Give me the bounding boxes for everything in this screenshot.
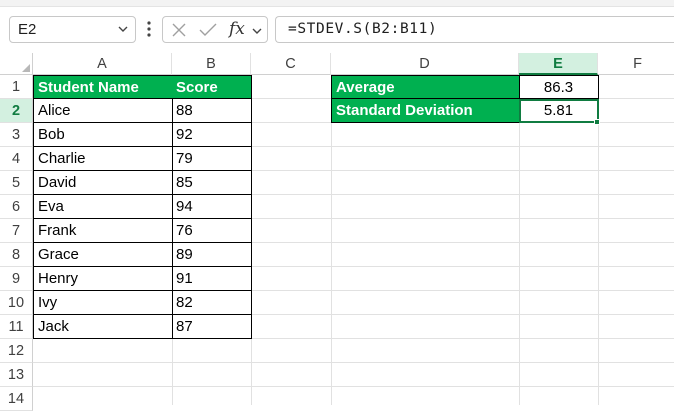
insert-function-button[interactable]: fx	[229, 19, 245, 39]
cell-b9[interactable]: 91	[172, 267, 252, 291]
more-options-icon[interactable]	[143, 19, 155, 39]
cell-a5[interactable]: David	[33, 171, 173, 195]
cell-a4[interactable]: Charlie	[33, 147, 173, 171]
cell-b6[interactable]: 94	[172, 195, 252, 219]
name-box-value: E2	[18, 21, 37, 38]
row-header-14[interactable]: 14	[0, 387, 33, 411]
column-header-f[interactable]: F	[598, 53, 674, 75]
cell-b3[interactable]: 92	[172, 123, 252, 147]
cell-b4[interactable]: 79	[172, 147, 252, 171]
row-header-5[interactable]: 5	[0, 171, 33, 195]
column-header-c[interactable]: C	[251, 53, 331, 75]
gridline	[33, 386, 674, 387]
cell-a6[interactable]: Eva	[33, 195, 173, 219]
column-header-a[interactable]: A	[33, 53, 172, 75]
cell-b7[interactable]: 76	[172, 219, 252, 243]
cell-e2[interactable]: 5.81	[519, 99, 599, 123]
cell-d1[interactable]: Average	[331, 75, 520, 99]
cell-d2[interactable]: Standard Deviation	[331, 99, 520, 123]
row-header-3[interactable]: 3	[0, 123, 33, 147]
row-header-13[interactable]: 13	[0, 363, 33, 387]
cell-a7[interactable]: Frank	[33, 219, 173, 243]
formula-input[interactable]: =STDEV.S(B2:B11)	[275, 16, 674, 43]
row-header-11[interactable]: 11	[0, 315, 33, 339]
chevron-down-icon[interactable]	[117, 23, 129, 35]
cell-b11[interactable]: 87	[172, 315, 252, 339]
select-all-icon	[22, 64, 30, 72]
row-header-6[interactable]: 6	[0, 195, 33, 219]
cell-a1[interactable]: Student Name	[33, 75, 173, 99]
cell-e1[interactable]: 86.3	[519, 75, 599, 99]
cell-b8[interactable]: 89	[172, 243, 252, 267]
cell-b5[interactable]: 85	[172, 171, 252, 195]
cell-a8[interactable]: Grace	[33, 243, 173, 267]
row-header-1[interactable]: 1	[0, 75, 33, 99]
fill-handle[interactable]	[594, 119, 600, 125]
cell-a9[interactable]: Henry	[33, 267, 173, 291]
row-header-10[interactable]: 10	[0, 291, 33, 315]
select-all-corner[interactable]	[0, 53, 33, 75]
row-header-7[interactable]: 7	[0, 219, 33, 243]
cell-a10[interactable]: Ivy	[33, 291, 173, 315]
column-header-e[interactable]: E	[519, 53, 598, 75]
row-header-12[interactable]: 12	[0, 339, 33, 363]
gridline	[33, 362, 674, 363]
ribbon-edge	[0, 0, 674, 7]
formula-text: =STDEV.S(B2:B11)	[288, 21, 438, 37]
cell-a3[interactable]: Bob	[33, 123, 173, 147]
cell-b2[interactable]: 88	[172, 99, 252, 123]
row-header-4[interactable]: 4	[0, 147, 33, 171]
column-header-b[interactable]: B	[172, 53, 251, 75]
row-header-2[interactable]: 2	[0, 99, 33, 123]
cell-a11[interactable]: Jack	[33, 315, 173, 339]
column-header-d[interactable]: D	[331, 53, 519, 75]
cell-b10[interactable]: 82	[172, 291, 252, 315]
gridline	[519, 75, 520, 405]
cancel-icon[interactable]	[171, 22, 187, 38]
row-header-9[interactable]: 9	[0, 267, 33, 291]
gridline	[331, 75, 332, 405]
chevron-down-icon[interactable]	[251, 25, 263, 37]
name-box[interactable]: E2	[9, 16, 136, 43]
cell-b1[interactable]: Score	[172, 75, 252, 99]
row-header-8[interactable]: 8	[0, 243, 33, 267]
formula-actions: fx	[162, 16, 268, 43]
enter-check-icon[interactable]	[199, 22, 217, 38]
cell-a2[interactable]: Alice	[33, 99, 173, 123]
